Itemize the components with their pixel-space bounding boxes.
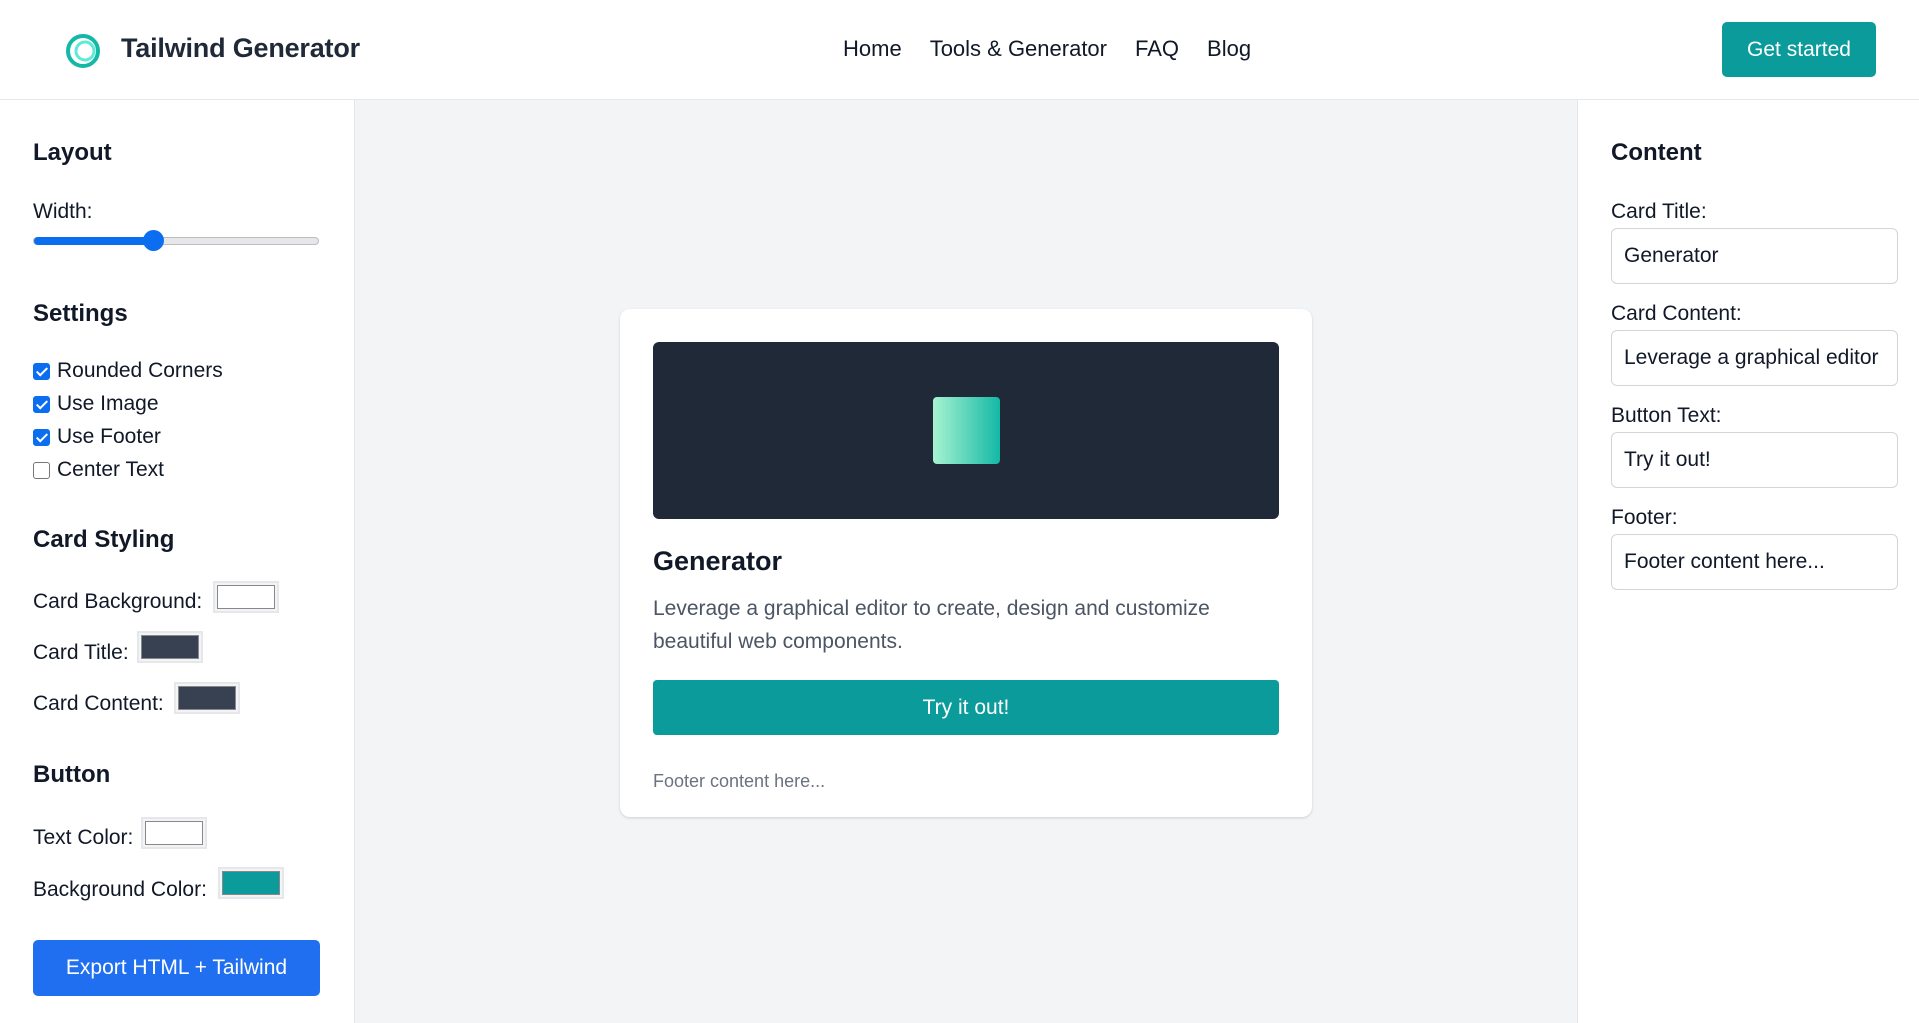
use-footer-label: Use Footer <box>57 425 161 448</box>
layout-heading: Layout <box>33 139 112 166</box>
card-image <box>653 342 1279 519</box>
center-text-checkbox[interactable] <box>33 461 50 479</box>
button-bg-swatch <box>222 871 280 895</box>
button-text-input-label: Button Text: <box>1611 404 1722 427</box>
use-footer-checkbox[interactable] <box>33 428 50 446</box>
width-slider-fill <box>34 237 155 245</box>
card-content-color-picker[interactable] <box>174 682 240 714</box>
width-slider-thumb[interactable] <box>142 230 164 251</box>
card-footer: Footer content here... <box>653 771 826 791</box>
card-background-swatch <box>217 585 275 609</box>
card-title-input[interactable] <box>1611 228 1898 284</box>
use-image-checkbox[interactable] <box>33 395 50 413</box>
nav-home[interactable]: Home <box>843 36 902 62</box>
footer-input-label: Footer: <box>1611 506 1678 529</box>
main-nav: Home Tools & Generator FAQ Blog <box>843 36 1251 62</box>
preview-area: Generator Leverage a graphical editor to… <box>354 100 1578 1023</box>
card-background-color-picker[interactable] <box>213 581 279 613</box>
card-content: Leverage a graphical editor to create, d… <box>653 597 1210 653</box>
footer-input[interactable] <box>1611 534 1898 590</box>
setting-use-footer[interactable]: Use Footer <box>33 425 161 449</box>
nav-faq[interactable]: FAQ <box>1135 36 1179 62</box>
card-title: Generator <box>653 546 783 576</box>
card-content-input-label: Card Content: <box>1611 302 1742 325</box>
button-text-swatch <box>145 821 203 845</box>
try-it-out-button[interactable]: Try it out! <box>653 680 1279 735</box>
settings-heading: Settings <box>33 300 128 327</box>
rounded-corners-checkbox[interactable] <box>33 362 50 380</box>
nav-blog[interactable]: Blog <box>1207 36 1251 62</box>
card-content-color-label: Card Content: <box>33 692 164 715</box>
setting-rounded-corners[interactable]: Rounded Corners <box>33 359 223 383</box>
button-bg-color-label: Background Color: <box>33 878 207 901</box>
export-button[interactable]: Export HTML + Tailwind <box>33 940 320 996</box>
rounded-corners-label: Rounded Corners <box>57 359 223 382</box>
button-text-color-label: Text Color: <box>33 826 134 849</box>
card-title-swatch <box>141 635 199 659</box>
logo-icon[interactable] <box>64 32 102 70</box>
top-header: Tailwind Generator Home Tools & Generato… <box>0 0 1919 100</box>
button-text-input[interactable] <box>1611 432 1898 488</box>
setting-use-image[interactable]: Use Image <box>33 392 159 416</box>
card-title-color-label: Card Title: <box>33 641 129 664</box>
button-bg-color-picker[interactable] <box>218 867 284 899</box>
card-content-input[interactable] <box>1611 330 1898 386</box>
button-heading: Button <box>33 761 111 788</box>
use-image-label: Use Image <box>57 392 159 415</box>
card-background-label: Card Background: <box>33 590 203 613</box>
nav-tools-generator[interactable]: Tools & Generator <box>930 36 1107 62</box>
button-text-color-picker[interactable] <box>141 817 207 849</box>
card-styling-heading: Card Styling <box>33 526 175 553</box>
width-label: Width: <box>33 200 93 223</box>
width-slider[interactable] <box>33 237 319 245</box>
content-heading: Content <box>1611 139 1702 166</box>
setting-center-text[interactable]: Center Text <box>33 458 164 482</box>
get-started-button[interactable]: Get started <box>1722 22 1876 77</box>
card-content-swatch <box>178 686 236 710</box>
preview-card: Generator Leverage a graphical editor to… <box>620 309 1312 817</box>
gradient-square-icon <box>933 397 1000 464</box>
card-title-input-label: Card Title: <box>1611 200 1707 223</box>
card-title-color-picker[interactable] <box>137 631 203 663</box>
center-text-label: Center Text <box>57 458 164 481</box>
brand-name[interactable]: Tailwind Generator <box>121 33 360 64</box>
